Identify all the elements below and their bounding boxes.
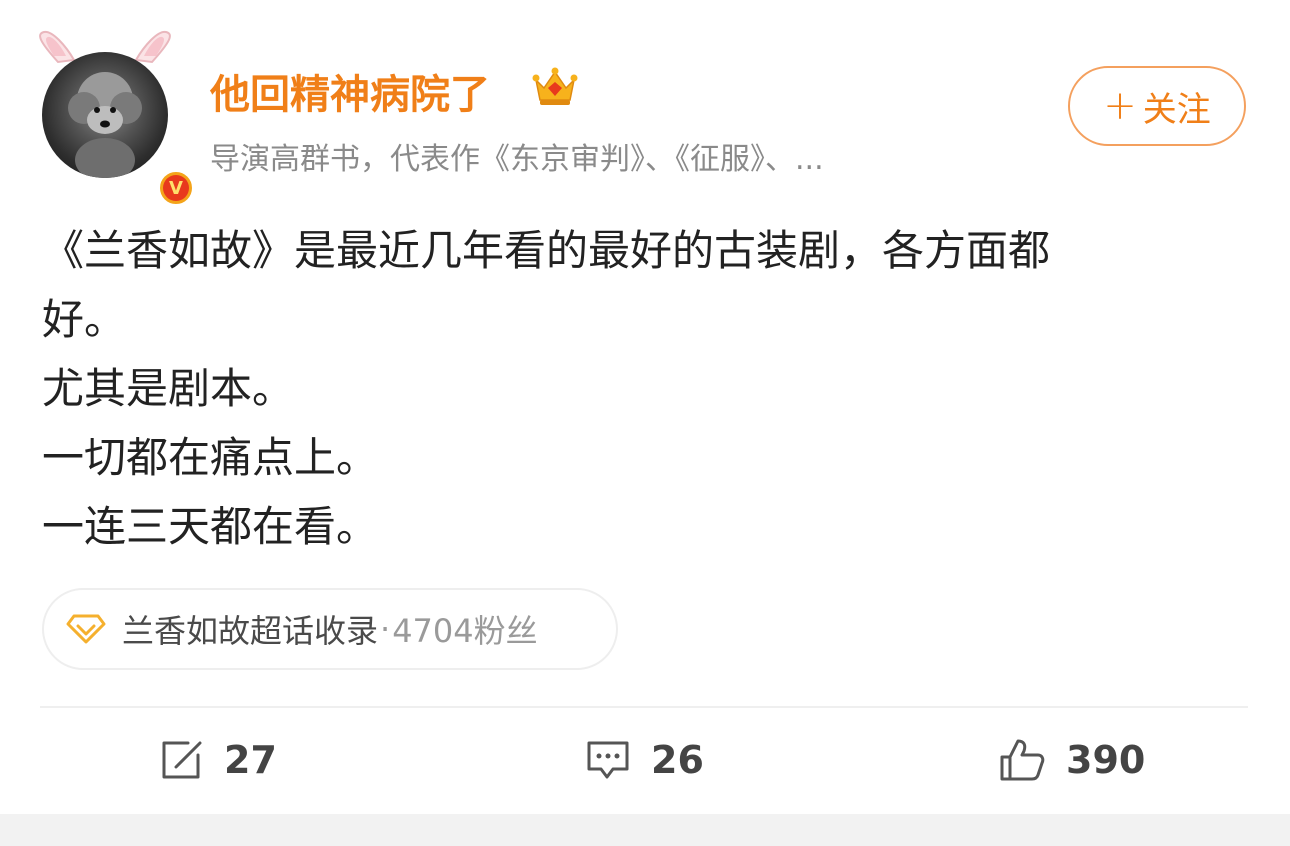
post-content: 《兰香如故》是最近几年看的最好的古装剧，各方面都 好。 尤其是剧本。 一切都在痛…	[42, 216, 1242, 561]
username[interactable]: 他回精神病院了	[210, 62, 490, 120]
super-topic-tag[interactable]: 兰香如故超话收录 · 4704粉丝	[42, 588, 618, 670]
poodle-avatar-image	[68, 72, 142, 178]
divider	[40, 706, 1248, 708]
post-line: 尤其是剧本。	[42, 364, 295, 413]
share-icon	[162, 741, 202, 779]
topic-separator: ·	[380, 610, 391, 648]
repost-count: 27	[224, 738, 277, 782]
topic-fans-count: 4704粉丝	[392, 612, 538, 650]
repost-button[interactable]: 27	[158, 730, 277, 790]
previous-post-cut-text	[60, 0, 72, 8]
thumbs-up-icon	[1000, 739, 1045, 781]
topic-name: 兰香如故超话收录	[122, 612, 379, 650]
follow-button[interactable]: + 关注	[1068, 66, 1246, 146]
like-count: 390	[1066, 738, 1146, 782]
bottom-separator	[0, 814, 1290, 846]
avatar-container[interactable]: V	[30, 28, 196, 208]
post-line: 好。	[42, 295, 127, 344]
post-line: 一连三天都在看。	[42, 502, 379, 551]
user-description: 导演高群书，代表作《东京审判》、《征服》、...	[210, 142, 824, 177]
diamond-icon	[66, 614, 106, 644]
plus-icon: +	[1103, 83, 1137, 129]
post-line: 一切都在痛点上。	[42, 433, 379, 482]
avatar[interactable]	[42, 52, 168, 178]
comment-count: 26	[651, 738, 704, 782]
like-button[interactable]: 390	[998, 730, 1145, 790]
crown-icon	[532, 67, 578, 105]
comment-button[interactable]: 26	[585, 730, 704, 790]
verified-badge: V	[156, 168, 196, 208]
post-line: 《兰香如故》是最近几年看的最好的古装剧，各方面都	[42, 226, 1051, 275]
comment-icon	[587, 741, 629, 779]
follow-label: 关注	[1142, 89, 1211, 130]
